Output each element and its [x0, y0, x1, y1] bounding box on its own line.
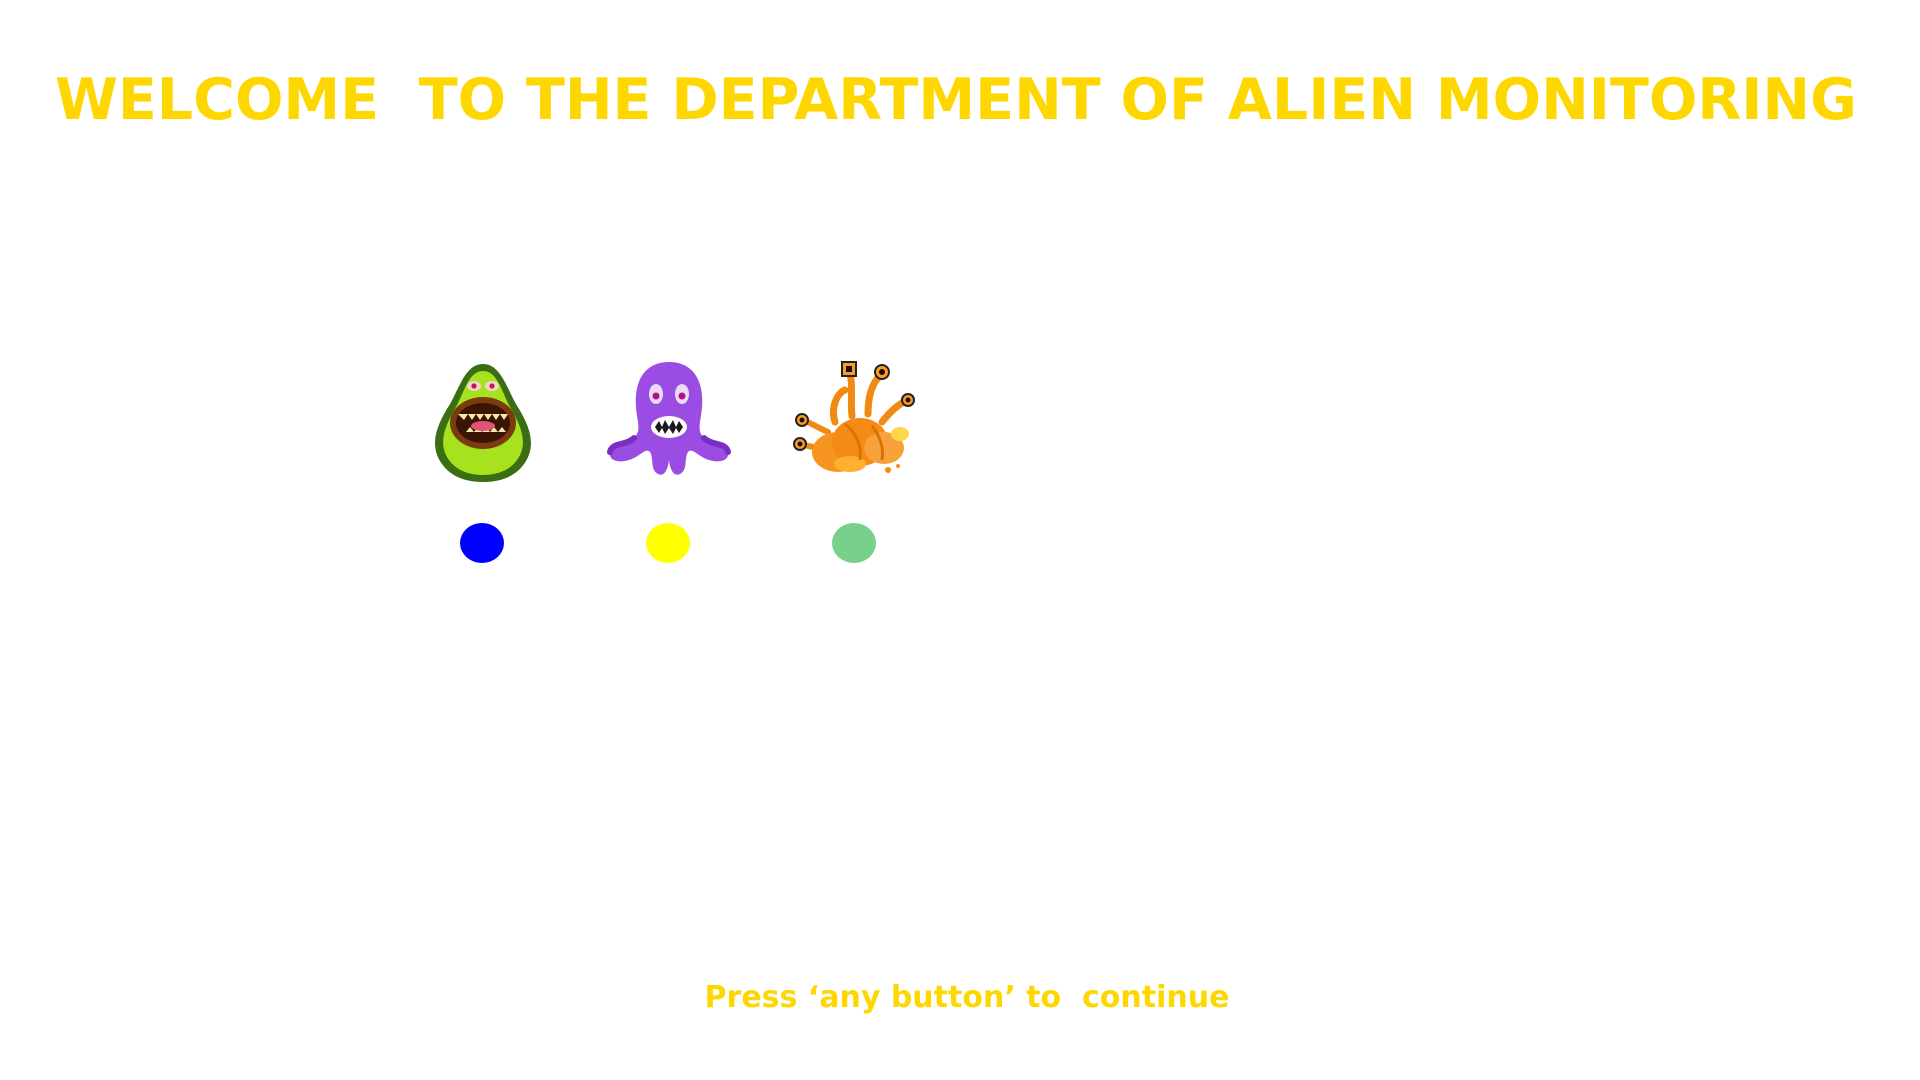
- yellow-indicator-dot: [646, 523, 690, 563]
- orange-croissant-alien-icon: [790, 352, 920, 482]
- avocado-alien-icon: [418, 356, 548, 486]
- continue-prompt: Press ‘any button’ to continue: [704, 980, 1230, 1015]
- green-indicator-dot: [832, 523, 876, 563]
- blue-indicator-dot: [460, 523, 504, 563]
- page-title: WELCOME TO THE DEPARTMENT OF ALIEN MONIT…: [55, 67, 1857, 133]
- welcome-screen[interactable]: WELCOME TO THE DEPARTMENT OF ALIEN MONIT…: [0, 0, 1920, 1080]
- purple-octopus-alien-icon: [604, 352, 734, 482]
